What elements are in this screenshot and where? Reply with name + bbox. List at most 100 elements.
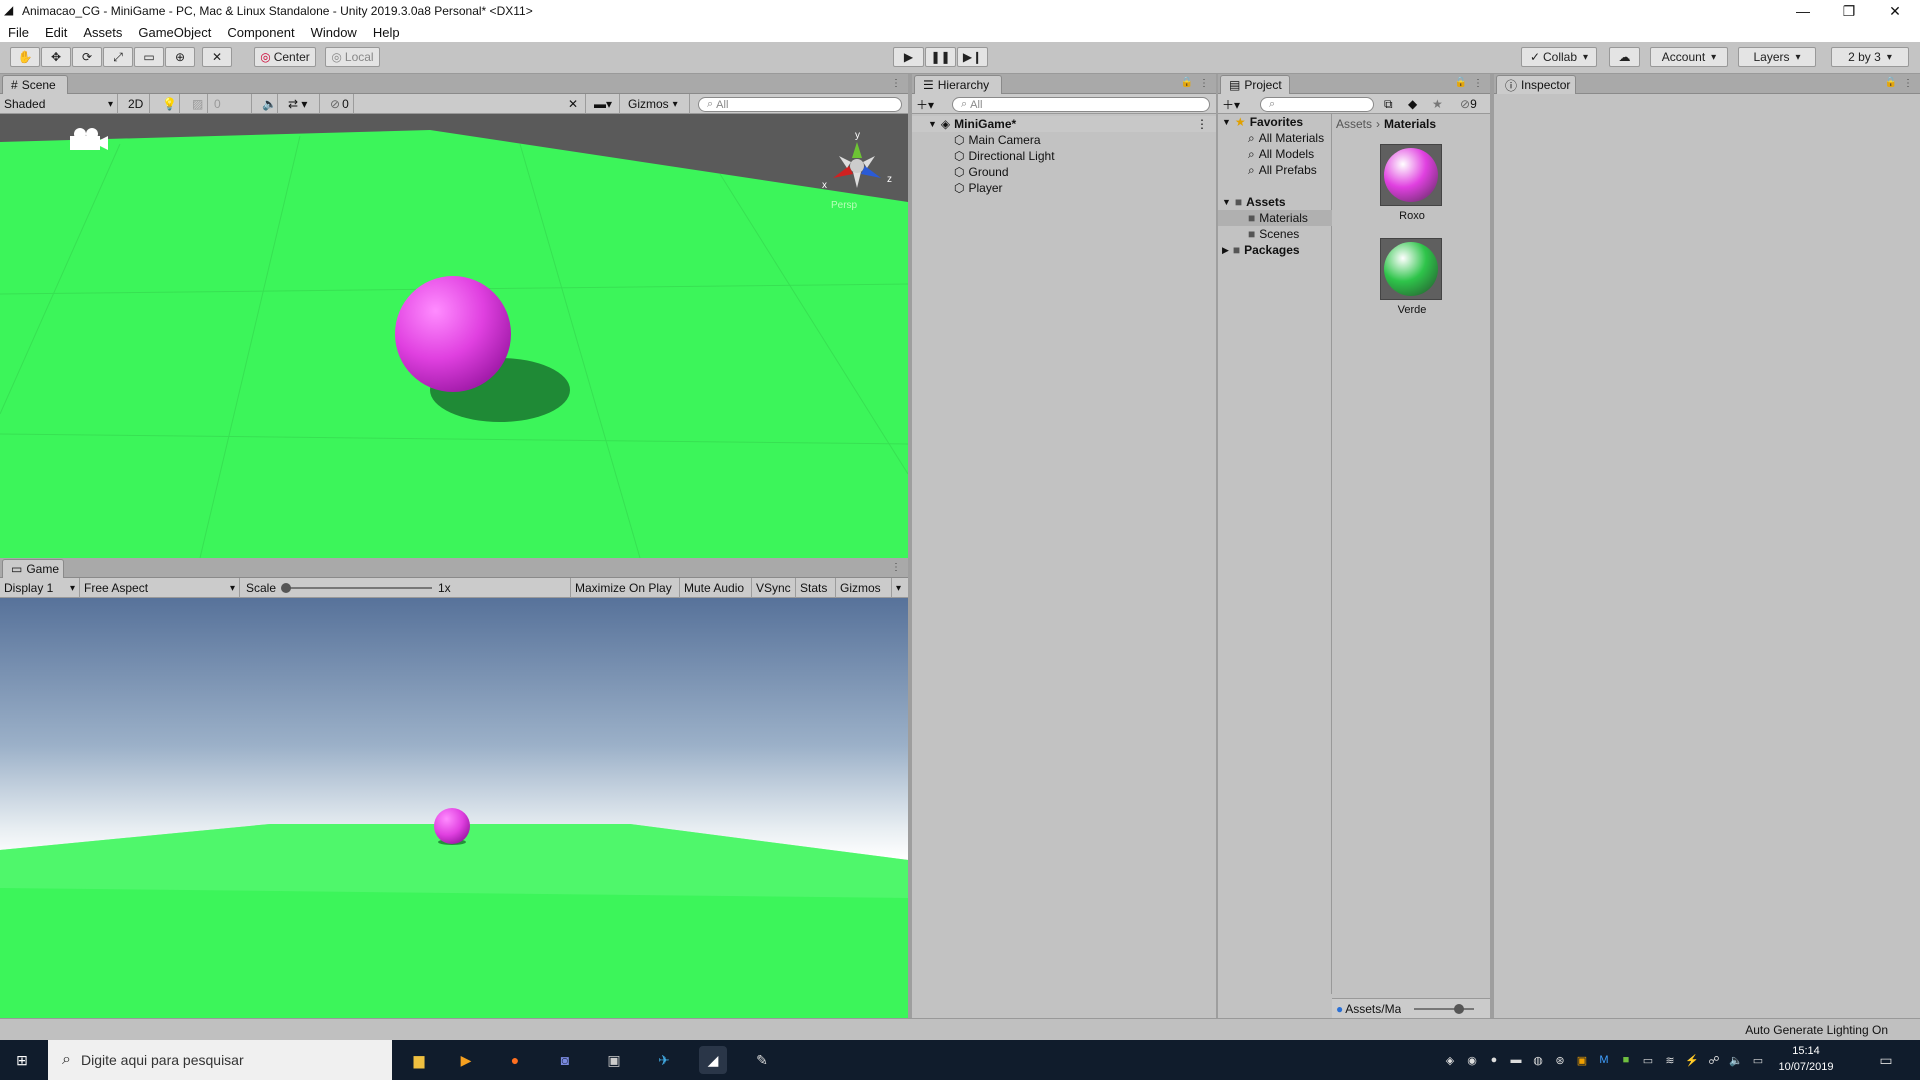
move-tool-icon[interactable]: ✥: [41, 47, 71, 67]
breadcrumb-assets[interactable]: Assets: [1336, 117, 1372, 131]
scene-row[interactable]: ▼ ◈ MiniGame* ⋮: [912, 116, 1216, 132]
scene-viewport[interactable]: y x z Persp: [0, 114, 908, 558]
menu-gameobject[interactable]: GameObject: [130, 25, 219, 40]
tray-app-icon[interactable]: ≋: [1662, 1052, 1678, 1068]
nvidia-icon[interactable]: ■: [1618, 1052, 1634, 1068]
icon-size-slider-track[interactable]: [1414, 1008, 1474, 1010]
tab-hierarchy[interactable]: ☰ Hierarchy: [914, 75, 1002, 94]
create-dropdown-icon[interactable]: ＋▾: [912, 94, 942, 114]
app-icon[interactable]: ▣: [600, 1046, 628, 1074]
tray-app-icon[interactable]: M: [1596, 1052, 1612, 1068]
menu-assets[interactable]: Assets: [75, 25, 130, 40]
maximize-on-play-toggle[interactable]: Maximize On Play: [570, 578, 680, 598]
file-explorer-icon[interactable]: ▆: [405, 1046, 433, 1074]
pause-button[interactable]: ❚❚: [925, 47, 956, 67]
hand-tool-icon[interactable]: ✋: [10, 47, 40, 67]
favorite-all-prefabs[interactable]: ⌕ All Prefabs: [1218, 162, 1332, 178]
discord-icon[interactable]: ◙: [551, 1046, 579, 1074]
custom-tool-icon[interactable]: ✕: [202, 47, 232, 67]
game-viewport[interactable]: [0, 598, 908, 1018]
volume-icon[interactable]: 🔈: [1728, 1052, 1744, 1068]
inspector-menu-icon[interactable]: ⋮: [1903, 78, 1913, 89]
lock-icon[interactable]: 🔒: [1181, 77, 1193, 88]
account-dropdown[interactable]: Account: [1650, 47, 1728, 67]
pivot-local-toggle[interactable]: ◎ Local: [325, 47, 380, 67]
restore-button[interactable]: ❐: [1826, 0, 1872, 22]
tab-project[interactable]: ▤ Project: [1220, 75, 1290, 94]
hierarchy-search-input[interactable]: ⌕ All: [952, 97, 1210, 112]
tray-app-icon[interactable]: ▬: [1508, 1052, 1524, 1068]
tools-icon[interactable]: ✕: [564, 94, 586, 114]
camera-settings-icon[interactable]: ▬▾: [590, 94, 620, 114]
expand-arrow-icon[interactable]: ▼: [928, 119, 937, 129]
layout-dropdown[interactable]: 2 by 3: [1831, 47, 1909, 67]
scale-slider-knob[interactable]: [281, 583, 291, 593]
scale-slider-track[interactable]: [286, 587, 432, 589]
scene-search-input[interactable]: ⌕ All: [698, 97, 902, 112]
lock-icon[interactable]: 🔒: [1455, 77, 1467, 88]
transform-tool-icon[interactable]: ⊕: [165, 47, 195, 67]
tab-game[interactable]: ▭ Game: [2, 559, 64, 578]
menu-edit[interactable]: Edit: [37, 25, 75, 40]
menu-component[interactable]: Component: [219, 25, 302, 40]
filter-label-icon[interactable]: ◆: [1404, 94, 1428, 114]
taskbar-clock[interactable]: 15:14 10/07/2019: [1766, 1043, 1846, 1077]
menu-file[interactable]: File: [0, 25, 37, 40]
expand-arrow-icon[interactable]: ▼: [1222, 197, 1231, 207]
unity-taskbar-icon[interactable]: ◢: [699, 1046, 727, 1074]
paint-icon[interactable]: ✎: [748, 1046, 776, 1074]
filter-type-icon[interactable]: ⧉: [1380, 94, 1404, 114]
material-roxo[interactable]: Roxo: [1380, 144, 1444, 226]
steam-icon[interactable]: ◉: [1464, 1052, 1480, 1068]
tray-status-icon[interactable]: ●: [1486, 1052, 1502, 1068]
close-button[interactable]: ✕: [1872, 0, 1918, 22]
hierarchy-item-player[interactable]: ⬡ Player: [912, 180, 1216, 196]
aspect-dropdown[interactable]: Free Aspect ▾: [80, 578, 240, 598]
scene-options-icon[interactable]: ⋮: [1196, 117, 1208, 131]
hidden-objects-toggle[interactable]: ⊘ 0: [326, 94, 354, 114]
rotate-tool-icon[interactable]: ⟳: [72, 47, 102, 67]
hierarchy-item-ground[interactable]: ⬡ Ground: [912, 164, 1216, 180]
breadcrumb-materials[interactable]: Materials: [1384, 117, 1436, 131]
lock-icon[interactable]: 🔒: [1885, 77, 1897, 88]
tab-inspector[interactable]: ⓘ Inspector: [1496, 75, 1576, 94]
display-icon[interactable]: ▭: [1750, 1052, 1766, 1068]
favorite-all-materials[interactable]: ⌕ All Materials: [1218, 130, 1332, 146]
expand-arrow-icon[interactable]: ▼: [1222, 117, 1231, 127]
tray-app-icon[interactable]: ◍: [1530, 1052, 1546, 1068]
scene-menu-icon[interactable]: ⋮: [891, 78, 901, 89]
tray-app-icon[interactable]: ▣: [1574, 1052, 1590, 1068]
game-gizmos-toggle[interactable]: Gizmos: [836, 578, 892, 598]
project-menu-icon[interactable]: ⋮: [1473, 78, 1483, 89]
create-dropdown-icon[interactable]: ＋▾: [1218, 94, 1248, 114]
favorite-all-models[interactable]: ⌕ All Models: [1218, 146, 1332, 162]
notification-icon[interactable]: ▭: [1878, 1052, 1894, 1068]
taskbar-search-input[interactable]: ⌕ Digite aqui para pesquisar: [48, 1040, 392, 1080]
material-verde[interactable]: Verde: [1380, 238, 1444, 320]
tray-app-icon[interactable]: ◈: [1442, 1052, 1458, 1068]
rect-tool-icon[interactable]: ▭: [134, 47, 164, 67]
effects-dropdown-icon[interactable]: ⇄ ▾: [284, 94, 320, 114]
layers-dropdown[interactable]: Layers: [1738, 47, 1816, 67]
game-view[interactable]: [0, 598, 908, 1018]
play-button[interactable]: ▶: [893, 47, 924, 67]
telegram-icon[interactable]: ✈: [650, 1046, 678, 1074]
lighting-toggle-icon[interactable]: 💡: [158, 94, 180, 114]
pivot-center-toggle[interactable]: ◎ Center: [254, 47, 316, 67]
scene-view[interactable]: y x z Persp: [0, 114, 908, 558]
hierarchy-item-main-camera[interactable]: ⬡ Main Camera: [912, 132, 1216, 148]
folder-scenes[interactable]: ■ Scenes: [1218, 226, 1332, 242]
step-button[interactable]: ▶❙: [957, 47, 988, 67]
cloud-button[interactable]: ☁: [1609, 47, 1640, 67]
toggle-2d-button[interactable]: 2D: [124, 94, 150, 114]
scale-tool-icon[interactable]: ⤢: [103, 47, 133, 67]
menu-help[interactable]: Help: [365, 25, 408, 40]
tray-app-icon[interactable]: ▭: [1640, 1052, 1656, 1068]
display-dropdown[interactable]: Display 1 ▾: [0, 578, 80, 598]
minimize-button[interactable]: —: [1780, 0, 1826, 22]
firefox-icon[interactable]: ●: [501, 1046, 529, 1074]
game-menu-icon[interactable]: ⋮: [891, 562, 901, 573]
gizmos-dropdown[interactable]: Gizmos ▾: [624, 94, 690, 114]
mute-audio-toggle[interactable]: Mute Audio: [680, 578, 752, 598]
menu-window[interactable]: Window: [303, 25, 365, 40]
